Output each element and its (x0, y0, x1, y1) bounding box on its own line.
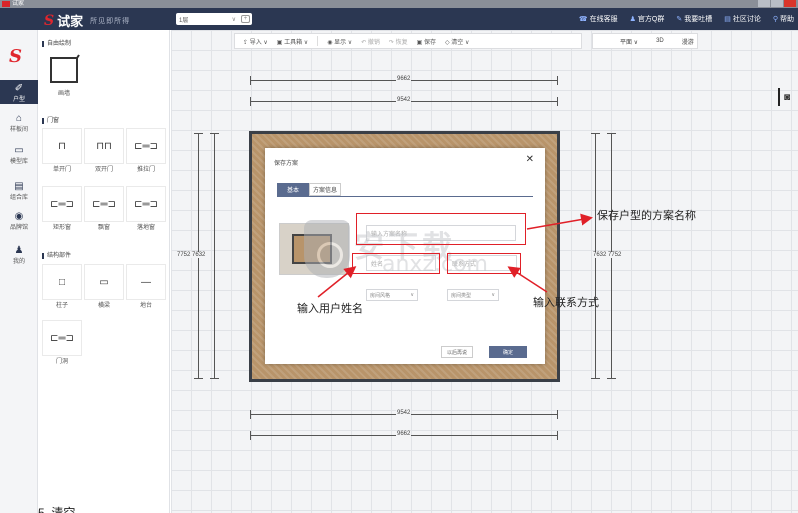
step-caption: 5. 清空 (38, 506, 76, 513)
annotation-contact: 输入联系方式 (533, 296, 599, 309)
arrow-scheme-name (526, 213, 593, 230)
annotation-user-name: 输入用户姓名 (297, 302, 363, 315)
arrow-contact (507, 266, 548, 293)
annotation-arrows (317, 213, 593, 298)
annotation-scheme-name: 保存户型的方案名称 (597, 209, 696, 222)
arrow-user-name (317, 266, 357, 298)
